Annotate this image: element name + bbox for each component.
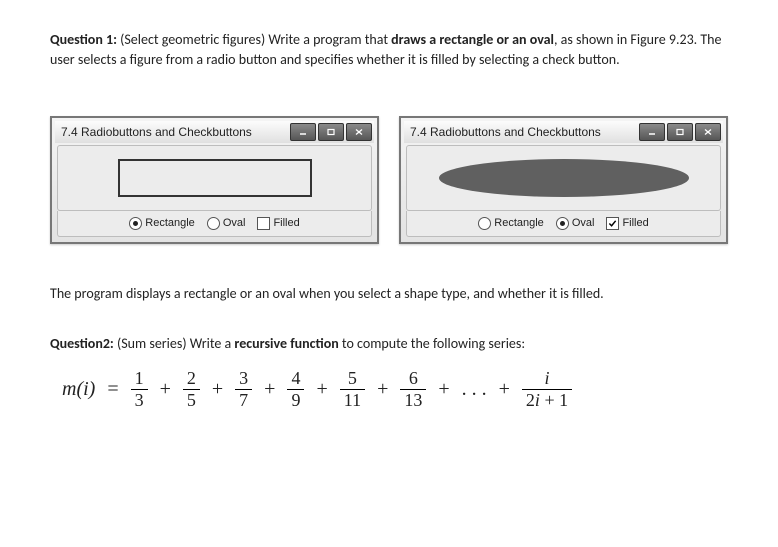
equals: = xyxy=(105,378,120,401)
example-window-rectangle: 7.4 Radiobuttons and Checkbuttons Rectan… xyxy=(50,116,379,244)
rectangle-label: Rectangle xyxy=(145,217,195,229)
checkbox-filled-icon xyxy=(606,217,619,230)
radio-oval-icon xyxy=(556,217,569,230)
controls-row: Rectangle Oval Filled xyxy=(406,211,721,237)
plus: + xyxy=(210,378,225,401)
page: Question 1: (Select geometric figures) W… xyxy=(0,0,778,450)
q2-intro: (Sum series) Write a xyxy=(114,335,235,352)
minimize-button[interactable] xyxy=(639,123,665,141)
plus: + xyxy=(262,378,277,401)
window-buttons xyxy=(290,123,372,141)
term-5: 511 xyxy=(340,369,365,410)
filled-label: Filled xyxy=(273,217,299,229)
radio-rectangle-icon xyxy=(129,217,142,230)
window-title: 7.4 Radiobuttons and Checkbuttons xyxy=(410,125,639,139)
oval-option[interactable]: Oval xyxy=(207,217,246,230)
term-1: 13 xyxy=(131,369,148,410)
question1-text: Question 1: (Select geometric figures) W… xyxy=(50,30,728,71)
gen-den-suffix: + 1 xyxy=(540,390,568,410)
radio-rectangle-icon xyxy=(478,217,491,230)
term-4: 49 xyxy=(287,369,304,410)
rectangle-shape xyxy=(118,159,312,197)
titlebar: 7.4 Radiobuttons and Checkbuttons xyxy=(55,121,374,143)
radio-oval-icon xyxy=(207,217,220,230)
lhs: m(i) xyxy=(62,378,95,401)
q1-bold: draws a rectangle or an oval xyxy=(391,31,554,48)
q2-rest: to compute the following series: xyxy=(339,335,525,352)
controls-row: Rectangle Oval Filled xyxy=(57,211,372,237)
q2-label: Question2: xyxy=(50,335,114,352)
term-2: 25 xyxy=(183,369,200,410)
titlebar: 7.4 Radiobuttons and Checkbuttons xyxy=(404,121,723,143)
plus: + xyxy=(158,378,173,401)
window-title: 7.4 Radiobuttons and Checkbuttons xyxy=(61,125,290,139)
filled-option[interactable]: Filled xyxy=(606,217,648,230)
figure-9-23: 7.4 Radiobuttons and Checkbuttons Rectan… xyxy=(50,116,728,244)
drawing-canvas xyxy=(406,145,721,211)
checkbox-filled-icon xyxy=(257,217,270,230)
example-window-oval: 7.4 Radiobuttons and Checkbuttons Rectan… xyxy=(399,116,728,244)
window-buttons xyxy=(639,123,721,141)
q2-bold: recursive function xyxy=(234,335,338,352)
oval-option[interactable]: Oval xyxy=(556,217,595,230)
figure-caption: The program displays a rectangle or an o… xyxy=(50,284,728,304)
q1-label: Question 1: xyxy=(50,31,117,48)
series-formula: m(i) = 13 + 25 + 37 + 49 + 511 + 613 + .… xyxy=(62,369,728,410)
rectangle-label: Rectangle xyxy=(494,217,544,229)
question2-text: Question2: (Sum series) Write a recursiv… xyxy=(50,334,728,354)
rectangle-option[interactable]: Rectangle xyxy=(129,217,195,230)
maximize-button[interactable] xyxy=(667,123,693,141)
plus: + xyxy=(436,378,451,401)
term-6: 613 xyxy=(400,369,426,410)
maximize-button[interactable] xyxy=(318,123,344,141)
rectangle-option[interactable]: Rectangle xyxy=(478,217,544,230)
oval-label: Oval xyxy=(223,217,246,229)
plus: + xyxy=(375,378,390,401)
oval-label: Oval xyxy=(572,217,595,229)
plus: + xyxy=(314,378,329,401)
close-button[interactable] xyxy=(346,123,372,141)
plus: + xyxy=(497,378,512,401)
gen-den-prefix: 2 xyxy=(526,390,535,410)
filled-option[interactable]: Filled xyxy=(257,217,299,230)
ellipsis: . . . xyxy=(462,378,487,401)
drawing-canvas xyxy=(57,145,372,211)
term-general: i2i + 1 xyxy=(522,369,572,410)
term-3: 37 xyxy=(235,369,252,410)
minimize-button[interactable] xyxy=(290,123,316,141)
oval-shape xyxy=(439,159,689,197)
close-button[interactable] xyxy=(695,123,721,141)
filled-label: Filled xyxy=(622,217,648,229)
q1-intro: (Select geometric figures) Write a progr… xyxy=(117,31,391,48)
